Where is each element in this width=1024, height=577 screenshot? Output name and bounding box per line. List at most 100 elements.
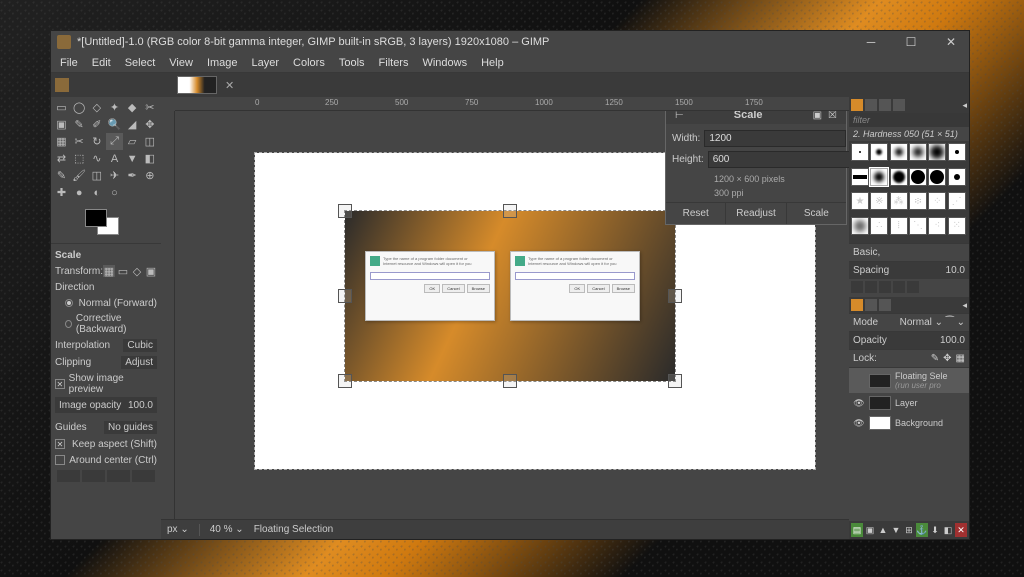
tool-gradient[interactable]: ◧ [141,150,158,167]
status-zoom[interactable]: 40 % ⌄ [210,524,244,535]
tool-zoom[interactable]: 🔍 [106,116,123,133]
transform-path-icon[interactable]: ◇ [131,265,143,277]
scale-handle-ml[interactable] [338,289,352,303]
tool-warp[interactable]: ∿ [88,150,105,167]
tool-shear[interactable]: ▱ [124,133,141,150]
scale-close-icon[interactable]: ☒ [825,111,840,121]
brush-item[interactable] [851,168,869,186]
tool-free-select[interactable]: ◇ [88,99,105,116]
brush-del-icon[interactable] [893,281,905,293]
tool-bucket[interactable]: ▼ [124,150,141,167]
menu-edit[interactable]: Edit [85,55,118,71]
tool-foreground[interactable]: ▣ [53,116,70,133]
new-group-icon[interactable]: ▣ [864,523,876,537]
tool-color-picker[interactable]: ✐ [88,116,105,133]
brush-item[interactable]: ⁘ [928,192,946,210]
brush-item[interactable] [928,168,946,186]
floating-selection[interactable]: Type the name of a program folder docume… [345,211,675,381]
tab-fonts[interactable] [879,99,891,111]
brush-item[interactable] [851,217,869,235]
brush-item[interactable] [909,168,927,186]
tool-scale[interactable]: ⤢ [106,133,123,150]
status-unit[interactable]: px ⌄ [167,524,189,535]
layer-item[interactable]: 👁 Layer [849,393,969,413]
tab-history[interactable] [893,99,905,111]
around-center-checkbox[interactable] [55,455,65,465]
menu-layer[interactable]: Layer [245,55,287,71]
brush-item[interactable] [870,143,888,161]
scale-detach-icon[interactable]: ▣ [810,111,825,121]
brush-refresh-icon[interactable] [907,281,919,293]
opt-save-icon[interactable] [57,470,80,482]
opt-restore-icon[interactable] [82,470,105,482]
tab-paths[interactable] [879,299,891,311]
brush-dup-icon[interactable] [879,281,891,293]
merge-down-icon[interactable]: ⬇ [929,523,941,537]
brush-item[interactable]: ⁖ [928,217,946,235]
brush-item[interactable]: ※ [870,192,888,210]
layer-floating[interactable]: Floating Sele(run user pro [849,368,969,393]
tool-flip[interactable]: ⇄ [53,150,70,167]
scale-handle-bm[interactable] [503,374,517,388]
tool-move[interactable]: ✥ [141,116,158,133]
lock-pixels-icon[interactable]: ✎ [931,353,939,364]
brush-item-selected[interactable] [870,168,888,186]
readjust-button[interactable]: Readjust [725,203,785,224]
spacing-value[interactable]: 10.0 [946,265,965,276]
transform-layer-icon[interactable]: ▦ [103,265,115,277]
height-input[interactable] [708,151,849,168]
menu-colors[interactable]: Colors [286,55,332,71]
brush-item[interactable]: ⁙ [948,217,966,235]
keep-aspect-checkbox[interactable]: ✕ [55,439,65,449]
menu-filters[interactable]: Filters [372,55,416,71]
tool-dodge[interactable]: ○ [106,184,123,201]
tool-cage[interactable]: ⬚ [71,150,88,167]
tool-ellipse-select[interactable]: ◯ [71,99,88,116]
visibility-icon[interactable]: 👁 [853,398,865,409]
tool-pencil[interactable]: ✎ [53,167,70,184]
tool-airbrush[interactable]: ✈ [106,167,123,184]
lower-layer-icon[interactable]: ▼ [890,523,902,537]
tool-paths[interactable]: ✎ [71,116,88,133]
transform-selection-icon[interactable]: ▭ [117,265,129,277]
brush-item[interactable]: ⁂ [890,192,908,210]
clipping-select[interactable]: Adjust [121,356,157,369]
scale-handle-bl[interactable] [338,374,352,388]
brush-item[interactable] [851,143,869,161]
mask-icon[interactable]: ◧ [942,523,954,537]
direction-normal-radio[interactable] [65,299,73,307]
delete-layer-icon[interactable]: ✕ [955,523,967,537]
layer-opacity-value[interactable]: 100.0 [940,335,965,346]
tool-perspective[interactable]: ◫ [141,133,158,150]
brush-item[interactable] [928,143,946,161]
tab-close-icon[interactable]: ✕ [221,79,238,92]
brush-item[interactable] [948,168,966,186]
brush-new-icon[interactable] [865,281,877,293]
menu-image[interactable]: Image [200,55,245,71]
menu-help[interactable]: Help [474,55,511,71]
tab-channels[interactable] [865,299,877,311]
raise-layer-icon[interactable]: ▲ [877,523,889,537]
lock-position-icon[interactable]: ✥ [943,353,951,364]
maximize-button[interactable]: ☐ [899,35,923,49]
tab-brushes[interactable] [851,99,863,111]
scale-handle-tl[interactable] [338,204,352,218]
close-button[interactable]: ✕ [939,35,963,49]
image-tab[interactable] [177,76,217,94]
scale-handle-mr[interactable] [668,289,682,303]
tool-by-color[interactable]: ◆ [124,99,141,116]
canvas-viewport[interactable]: Type the name of a program folder docume… [175,111,849,519]
opt-delete-icon[interactable] [107,470,130,482]
color-swatch[interactable] [55,207,157,239]
tab-layers[interactable] [851,299,863,311]
tool-fuzzy-select[interactable]: ✦ [106,99,123,116]
brush-item[interactable] [890,168,908,186]
tab-menu-icon[interactable]: ◂ [962,300,967,311]
brush-item[interactable] [909,143,927,161]
scale-handle-tm[interactable] [503,204,517,218]
opt-reset-icon[interactable] [132,470,155,482]
tool-measure[interactable]: ◢ [124,116,141,133]
scale-handle-br[interactable] [668,374,682,388]
brush-item[interactable]: ⦙ [890,217,908,235]
scale-pin-icon[interactable]: ⊢ [672,111,687,121]
